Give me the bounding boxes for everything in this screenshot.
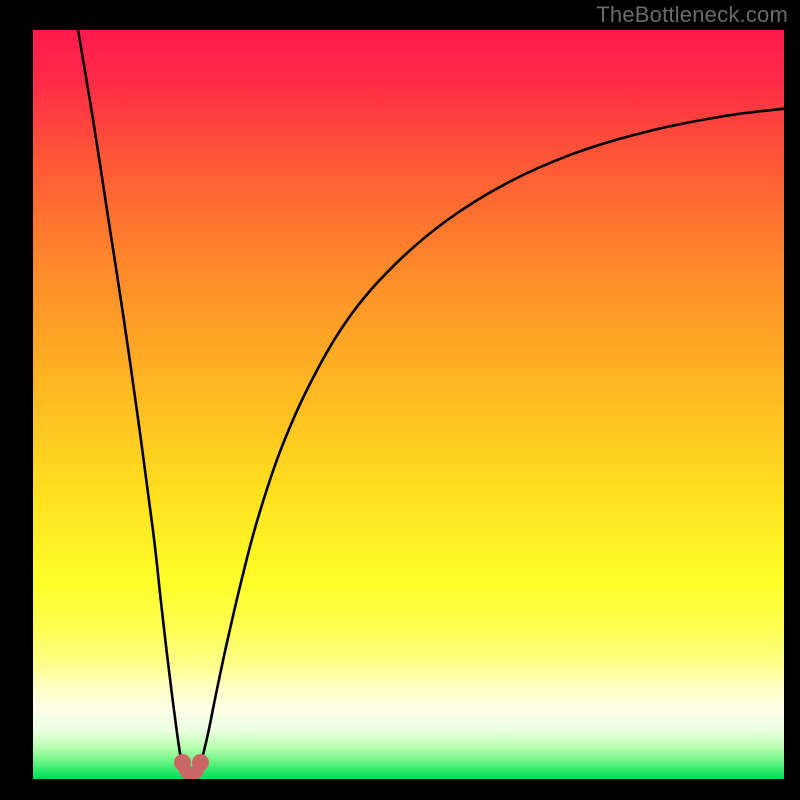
outer-frame: TheBottleneck.com — [0, 0, 800, 800]
marker-valley-left — [174, 754, 191, 771]
plot-area — [33, 30, 784, 779]
marker-valley-right — [192, 754, 209, 771]
chart-svg — [33, 30, 784, 779]
gradient-background — [33, 30, 784, 779]
watermark-text: TheBottleneck.com — [596, 2, 788, 28]
